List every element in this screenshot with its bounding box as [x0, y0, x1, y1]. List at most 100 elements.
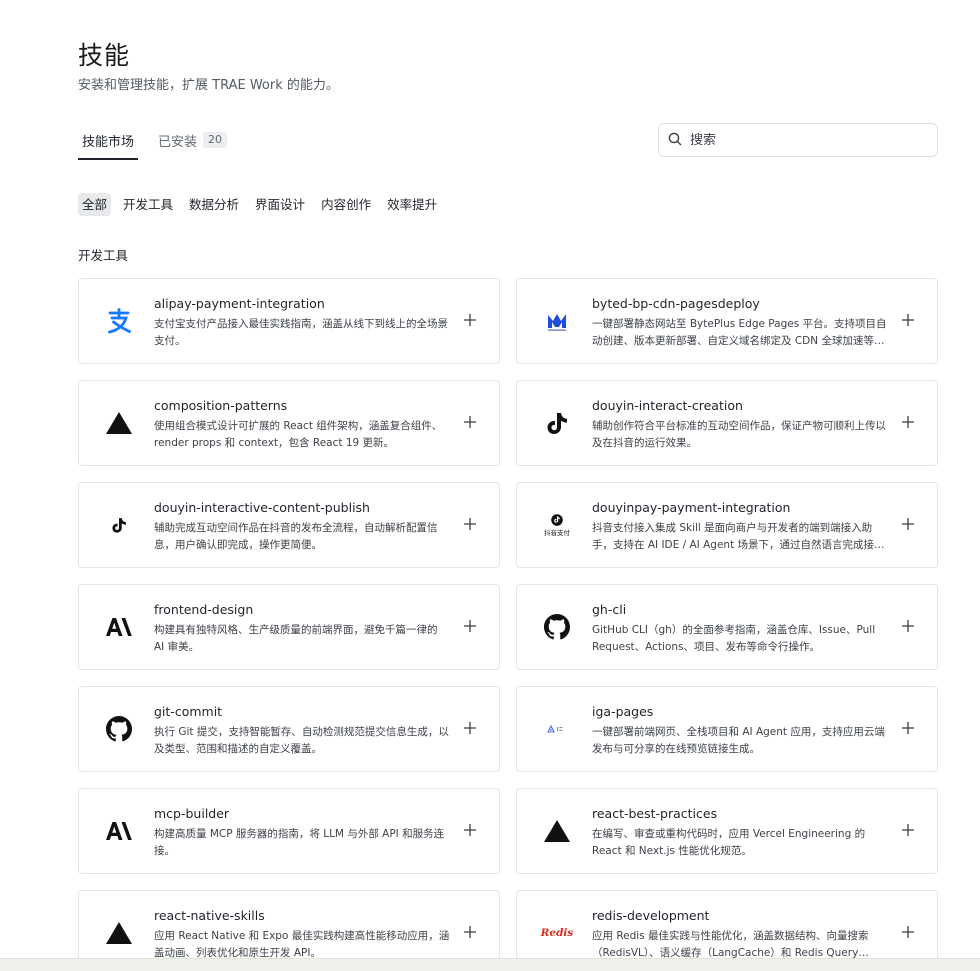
skill-name: git-commit [154, 704, 223, 719]
iga-icon [539, 711, 575, 747]
vercel-triangle-icon [539, 813, 575, 849]
add-skill-button[interactable] [461, 413, 479, 431]
skill-description: 执行 Git 提交，支持智能暂存、自动检测规范提交信息生成，以及类型、范围和描述… [154, 726, 449, 755]
skill-description: 在编写、审查或重构代码时，应用 Vercel Engineering 的 Rea… [592, 828, 866, 857]
plus-icon [902, 722, 914, 734]
tab-skill-market[interactable]: 技能市场 [78, 124, 139, 160]
skill-name: douyin-interact-creation [592, 398, 743, 413]
search-box[interactable] [658, 123, 938, 157]
skill-name: douyinpay-payment-integration [592, 500, 791, 515]
filter-productivity[interactable]: 效率提升 [383, 193, 441, 216]
douyinpay-icon: 抖音支付 [539, 507, 575, 543]
anthropic-icon [101, 813, 137, 849]
add-skill-button[interactable] [899, 413, 917, 431]
skill-description: 支付宝支付产品接入最佳实践指南，涵盖从线下到线上的全场景支付。 [154, 318, 448, 347]
skill-name: redis-development [592, 908, 710, 923]
skill-description: 构建具有独特风格、生产级质量的前端界面，避免千篇一律的 AI 审美。 [154, 624, 438, 653]
skill-description: 一键部署静态网站至 BytePlus Edge Pages 平台。支持项目自动创… [592, 318, 887, 347]
plus-icon [902, 926, 914, 938]
plus-icon [902, 518, 914, 530]
add-skill-button[interactable] [899, 617, 917, 635]
add-skill-button[interactable] [461, 821, 479, 839]
filter-data-analysis[interactable]: 数据分析 [185, 193, 243, 216]
plus-icon [464, 416, 476, 428]
add-skill-button[interactable] [461, 515, 479, 533]
alipay-icon [101, 303, 137, 339]
skill-name: douyin-interactive-content-publish [154, 500, 370, 515]
page-subtitle: 安装和管理技能，扩展 TRAE Work 的能力。 [78, 78, 339, 93]
skills-page: 技能 安装和管理技能，扩展 TRAE Work 的能力。 技能市场 已安装 20… [0, 0, 980, 971]
skill-card-iga-pages[interactable]: iga-pages 一键部署前端网页、全栈项目和 AI Agent 应用，支持应… [516, 686, 938, 772]
add-skill-button[interactable] [899, 719, 917, 737]
skill-card-byted-bp-cdn-pagesdeploy[interactable]: byted-bp-cdn-pagesdeploy 一键部署静态网站至 ByteP… [516, 278, 938, 364]
skill-description: 一键部署前端网页、全栈项目和 AI Agent 应用，支持应用云端发布与可分享的… [592, 726, 885, 755]
tiktok-small-icon [101, 507, 137, 543]
section-title: 开发工具 [78, 248, 129, 263]
skill-card-frontend-design[interactable]: frontend-design 构建具有独特风格、生产级质量的前端界面，避免千篇… [78, 584, 500, 670]
plus-icon [464, 824, 476, 836]
skill-name: frontend-design [154, 602, 254, 617]
douyinpay-caption: 抖音支付 [544, 528, 570, 537]
add-skill-button[interactable] [461, 617, 479, 635]
filter-content-creation[interactable]: 内容创作 [317, 193, 375, 216]
skill-name: gh-cli [592, 602, 627, 617]
plus-icon [902, 824, 914, 836]
search-icon [668, 131, 682, 150]
skill-description: 应用 Redis 最佳实践与性能优化，涵盖数据结构、向量搜索（RedisVL）、… [592, 930, 869, 959]
skill-card-douyin-interactive-content-publish[interactable]: douyin-interactive-content-publish 辅助完成互… [78, 482, 500, 568]
skill-description: 辅助完成互动空间作品在抖音的发布全流程，自动解析配置信息，用户确认即完成，操作更… [154, 522, 438, 551]
category-filter-bar: 全部 开发工具 数据分析 界面设计 内容创作 效率提升 [78, 193, 449, 216]
skill-name: mcp-builder [154, 806, 230, 821]
plus-icon [464, 314, 476, 326]
byteplus-icon [539, 303, 575, 339]
add-skill-button[interactable] [899, 923, 917, 941]
add-skill-button[interactable] [899, 311, 917, 329]
skill-name: iga-pages [592, 704, 654, 719]
tab-installed[interactable]: 已安装 20 [158, 124, 228, 160]
search-input[interactable] [690, 132, 920, 148]
skill-card-react-best-practices[interactable]: react-best-practices 在编写、审查或重构代码时，应用 Ver… [516, 788, 938, 874]
tab-installed-label: 已安装 [158, 135, 198, 150]
skill-description: 抖音支付接入集成 Skill 是面向商户与开发者的端到端接入助手，支持在 AI … [592, 522, 885, 551]
bottom-bar [0, 958, 980, 971]
plus-icon [464, 722, 476, 734]
skill-card-mcp-builder[interactable]: mcp-builder 构建高质量 MCP 服务器的指南，将 LLM 与外部 A… [78, 788, 500, 874]
skill-name: react-native-skills [154, 908, 265, 923]
filter-all[interactable]: 全部 [78, 193, 112, 216]
plus-icon [464, 620, 476, 632]
skill-description: 使用组合模式设计可扩展的 React 组件架构，涵盖复合组件、render pr… [154, 420, 443, 449]
anthropic-icon [101, 609, 137, 645]
plus-icon [902, 314, 914, 326]
add-skill-button[interactable] [899, 821, 917, 839]
skill-name: react-best-practices [592, 806, 718, 821]
skill-card-alipay-payment-integration[interactable]: alipay-payment-integration 支付宝支付产品接入最佳实践… [78, 278, 500, 364]
skill-name: alipay-payment-integration [154, 296, 325, 311]
add-skill-button[interactable] [461, 923, 479, 941]
skill-name: byted-bp-cdn-pagesdeploy [592, 296, 760, 311]
plus-icon [902, 416, 914, 428]
plus-icon [464, 926, 476, 938]
installed-count-badge: 20 [203, 132, 228, 148]
skill-card-gh-cli[interactable]: gh-cli GitHub CLI（gh）的全面参考指南，涵盖仓库、Issue、… [516, 584, 938, 670]
add-skill-button[interactable] [461, 719, 479, 737]
vercel-triangle-icon [101, 915, 137, 951]
filter-ui-design[interactable]: 界面设计 [251, 193, 309, 216]
redis-icon: Redis [539, 915, 575, 951]
github-icon [539, 609, 575, 645]
vercel-triangle-icon [101, 405, 137, 441]
add-skill-button[interactable] [899, 515, 917, 533]
skill-card-git-commit[interactable]: git-commit 执行 Git 提交，支持智能暂存、自动检测规范提交信息生成… [78, 686, 500, 772]
add-skill-button[interactable] [461, 311, 479, 329]
tiktok-icon [539, 405, 575, 441]
skill-card-composition-patterns[interactable]: composition-patterns 使用组合模式设计可扩展的 React … [78, 380, 500, 466]
skill-card-douyin-interact-creation[interactable]: douyin-interact-creation 辅助创作符合平台标准的互动空间… [516, 380, 938, 466]
skill-description: 构建高质量 MCP 服务器的指南，将 LLM 与外部 API 和服务连接。 [154, 828, 445, 857]
skill-description: 应用 React Native 和 Expo 最佳实践构建高性能移动应用，涵盖动… [154, 930, 450, 959]
filter-dev-tools[interactable]: 开发工具 [119, 193, 177, 216]
tab-skill-market-label: 技能市场 [82, 135, 135, 150]
page-title: 技能 [78, 41, 131, 70]
plus-icon [902, 620, 914, 632]
skill-card-douyinpay-payment-integration[interactable]: 抖音支付 douyinpay-payment-integration 抖音支付接… [516, 482, 938, 568]
skill-description: GitHub CLI（gh）的全面参考指南，涵盖仓库、Issue、Pull Re… [592, 624, 876, 653]
github-icon [101, 711, 137, 747]
